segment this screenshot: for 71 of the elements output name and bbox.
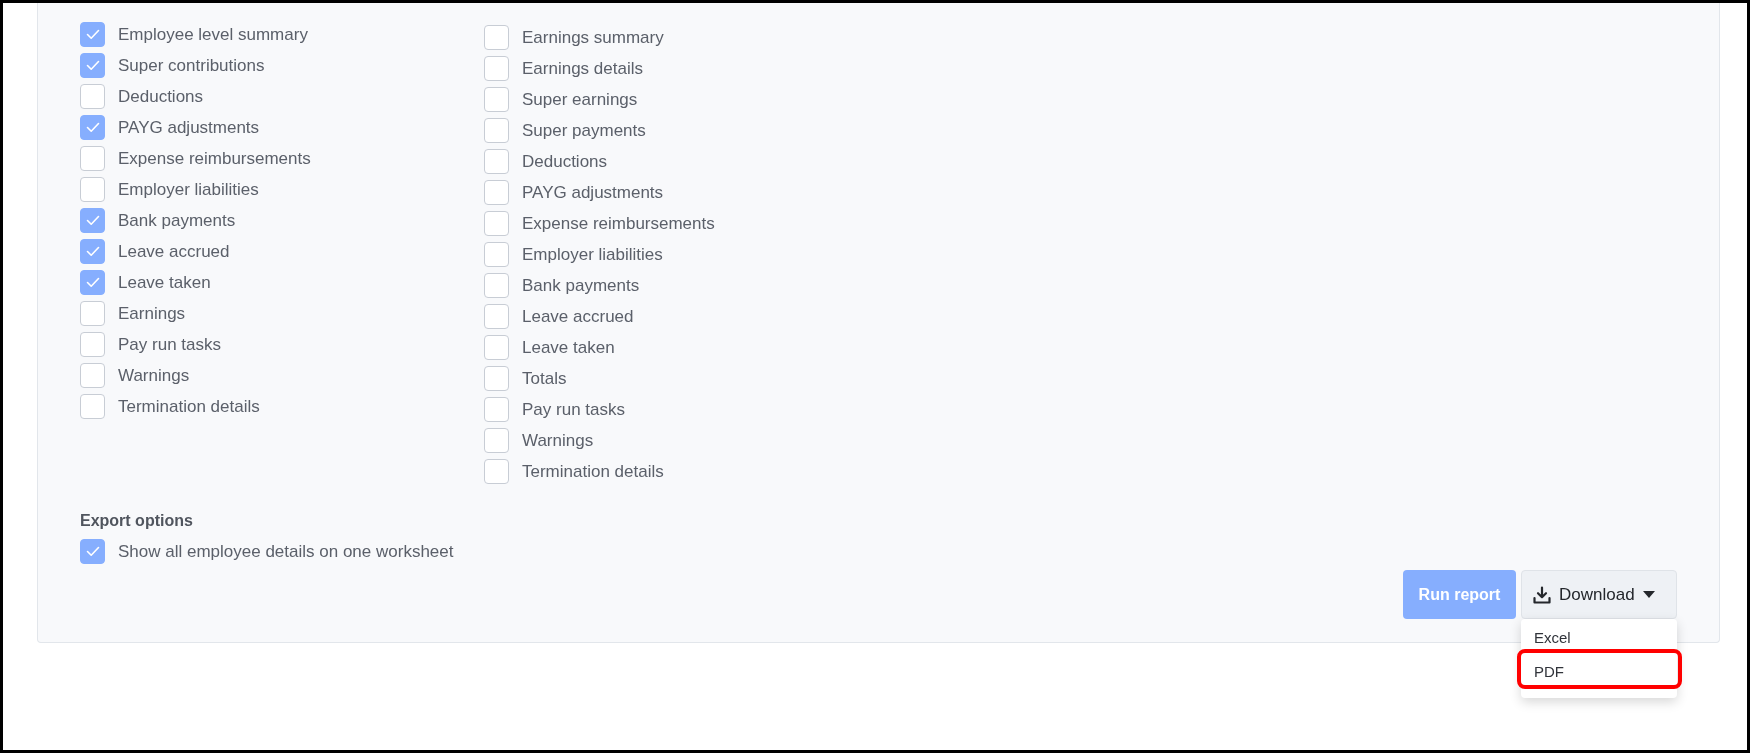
checkbox[interactable] (80, 301, 105, 326)
checkbox-label: Super payments (522, 120, 646, 141)
checkbox[interactable] (80, 53, 105, 78)
checkbox-label: Expense reimbursements (118, 148, 311, 169)
checkbox[interactable] (80, 177, 105, 202)
checkbox[interactable] (80, 84, 105, 109)
checkbox[interactable] (484, 428, 509, 453)
checkbox[interactable] (80, 270, 105, 295)
checkbox-label: Show all employee details on one worksheet (118, 541, 454, 562)
checkbox-label: Deductions (522, 151, 608, 172)
checkbox-label: PAYG adjustments (522, 182, 664, 203)
checkbox-label: Earnings details (522, 58, 643, 79)
section-title: Export options (80, 511, 193, 531)
download-button[interactable]: Download (1521, 570, 1677, 619)
checkbox[interactable] (80, 394, 105, 419)
checkbox-label: Pay run tasks (522, 399, 625, 420)
checkbox-label: Leave accrued (522, 306, 634, 327)
checkbox-label: Employer liabilities (522, 244, 663, 265)
checkbox[interactable] (484, 56, 509, 81)
checkbox[interactable] (484, 180, 509, 205)
checkbox-label: Warnings (522, 430, 594, 451)
checkbox[interactable] (80, 146, 105, 171)
checkbox[interactable] (80, 363, 105, 388)
checkbox-label: Employer liabilities (118, 179, 259, 200)
checkbox[interactable] (484, 87, 509, 112)
checkbox-label: Expense reimbursements (522, 213, 715, 234)
checkbox[interactable] (80, 115, 105, 140)
checkbox[interactable] (80, 239, 105, 264)
check-icon (85, 29, 100, 40)
checkbox-label: Warnings (118, 365, 190, 386)
checkbox-label: Termination details (522, 461, 664, 482)
checkbox[interactable] (484, 149, 509, 174)
checkbox[interactable] (484, 118, 509, 143)
checkbox-label: Deductions (118, 86, 204, 107)
check-icon (85, 277, 100, 288)
checkbox-label: Leave taken (118, 272, 211, 293)
checkbox[interactable] (484, 242, 509, 267)
checkbox-label: Leave taken (522, 337, 615, 358)
checkbox[interactable] (80, 539, 105, 564)
checkbox-label: Earnings (118, 303, 186, 324)
checkbox-label: PAYG adjustments (118, 117, 260, 138)
check-icon (85, 215, 100, 226)
checkbox-label: Employee level summary (118, 24, 308, 45)
check-icon (85, 246, 100, 257)
checkbox-label: Totals (522, 368, 567, 389)
checkbox[interactable] (484, 211, 509, 236)
checkbox[interactable] (484, 366, 509, 391)
checkbox-label: Bank payments (118, 210, 236, 231)
check-icon (85, 60, 100, 71)
checkbox-label: Bank payments (522, 275, 640, 296)
checkbox-label: Super contributions (118, 55, 265, 76)
checkbox[interactable] (484, 304, 509, 329)
checkbox-label: Termination details (118, 396, 260, 417)
download-icon (1533, 585, 1551, 604)
checkbox[interactable] (484, 335, 509, 360)
checkbox[interactable] (80, 208, 105, 233)
checkbox[interactable] (484, 25, 509, 50)
check-icon (85, 122, 100, 133)
checkbox[interactable] (484, 397, 509, 422)
check-icon (85, 546, 100, 557)
menu-item[interactable]: PDF (1521, 654, 1677, 688)
checkbox-label: Earnings summary (522, 27, 664, 48)
checkbox[interactable] (80, 332, 105, 357)
checkbox-label: Pay run tasks (118, 334, 221, 355)
checkbox[interactable] (484, 273, 509, 298)
checkbox[interactable] (484, 459, 509, 484)
menu-item[interactable]: Excel (1521, 620, 1677, 654)
checkbox-label: Super earnings (522, 89, 638, 110)
checkbox[interactable] (80, 22, 105, 47)
checkbox-label: Leave accrued (118, 241, 230, 262)
caret-down-icon (1642, 591, 1655, 598)
